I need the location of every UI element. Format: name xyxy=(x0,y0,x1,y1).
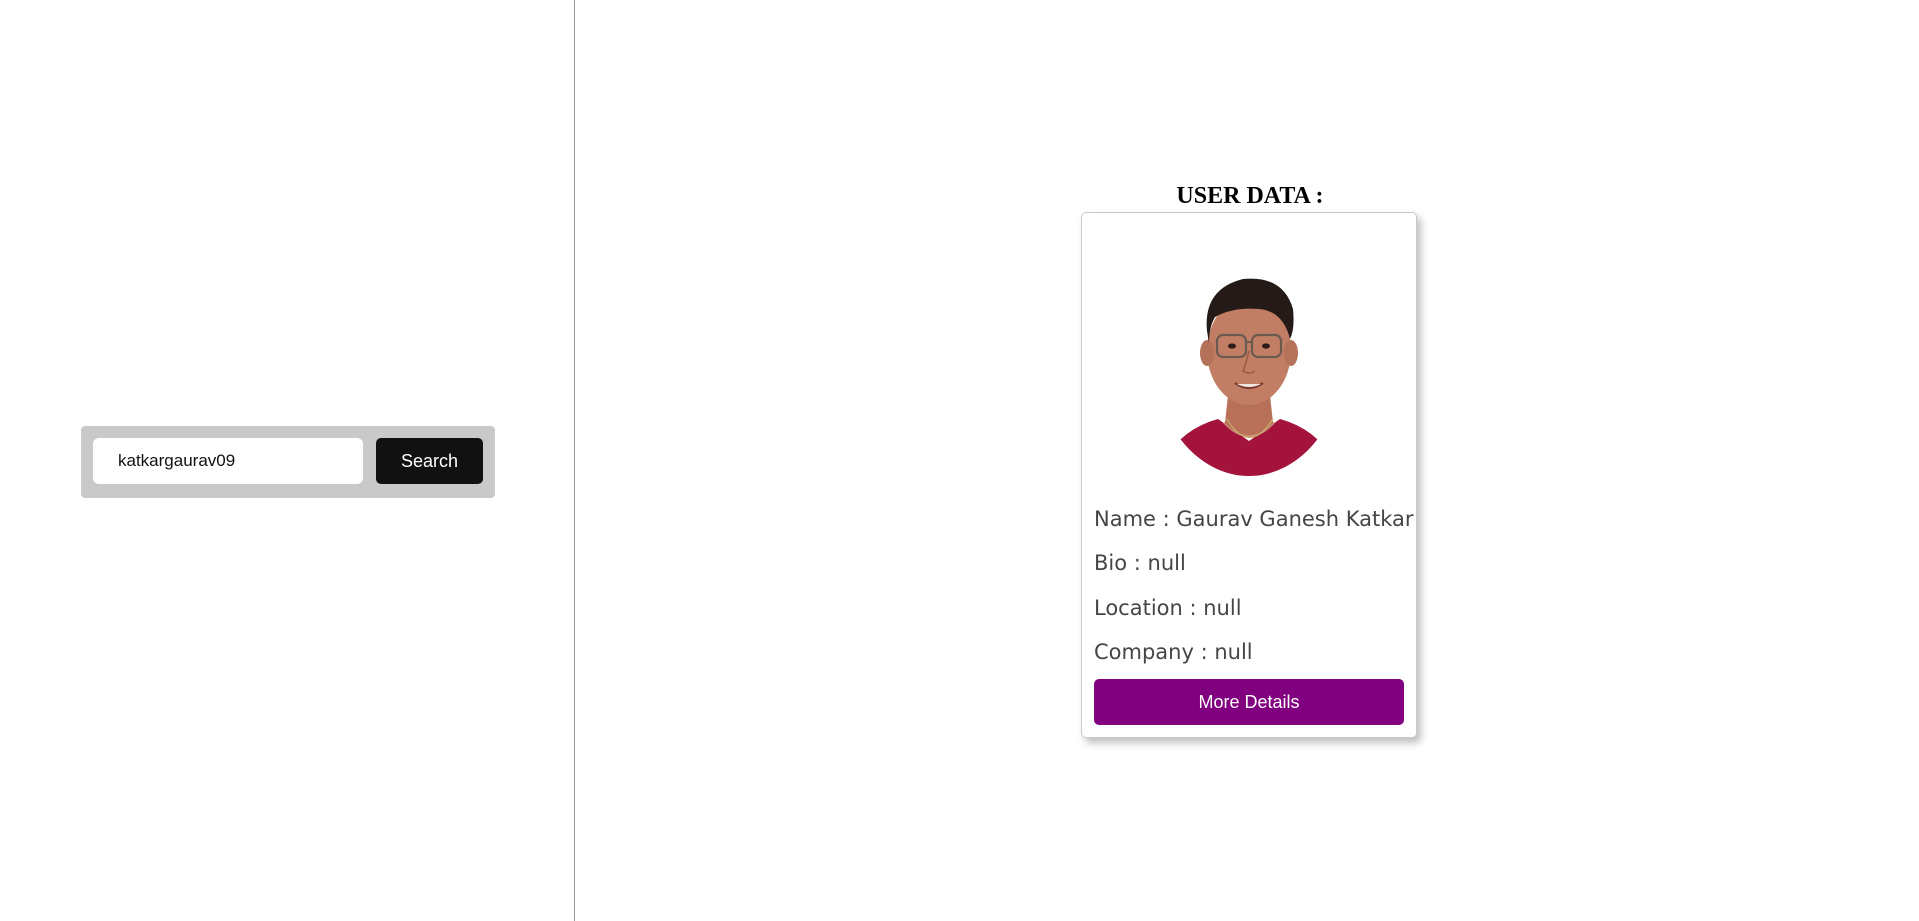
avatar-portrait-image xyxy=(1163,278,1335,476)
user-company-text: Company : null xyxy=(1094,640,1253,664)
user-location-text: Location : null xyxy=(1094,596,1242,620)
app-root: Search USER DATA : xyxy=(0,0,1919,921)
user-data-title: USER DATA : xyxy=(1176,183,1324,209)
user-name-text: Name : Gaurav Ganesh Katkar xyxy=(1094,507,1414,531)
user-avatar xyxy=(1163,251,1335,481)
user-card: Name : Gaurav Ganesh Katkar Bio : null L… xyxy=(1081,212,1417,738)
search-button[interactable]: Search xyxy=(376,438,483,484)
more-details-button[interactable]: More Details xyxy=(1094,679,1404,725)
search-panel: Search xyxy=(81,426,495,498)
user-bio-text: Bio : null xyxy=(1094,551,1186,575)
left-pane: Search xyxy=(0,0,575,921)
username-search-input[interactable] xyxy=(93,438,363,484)
